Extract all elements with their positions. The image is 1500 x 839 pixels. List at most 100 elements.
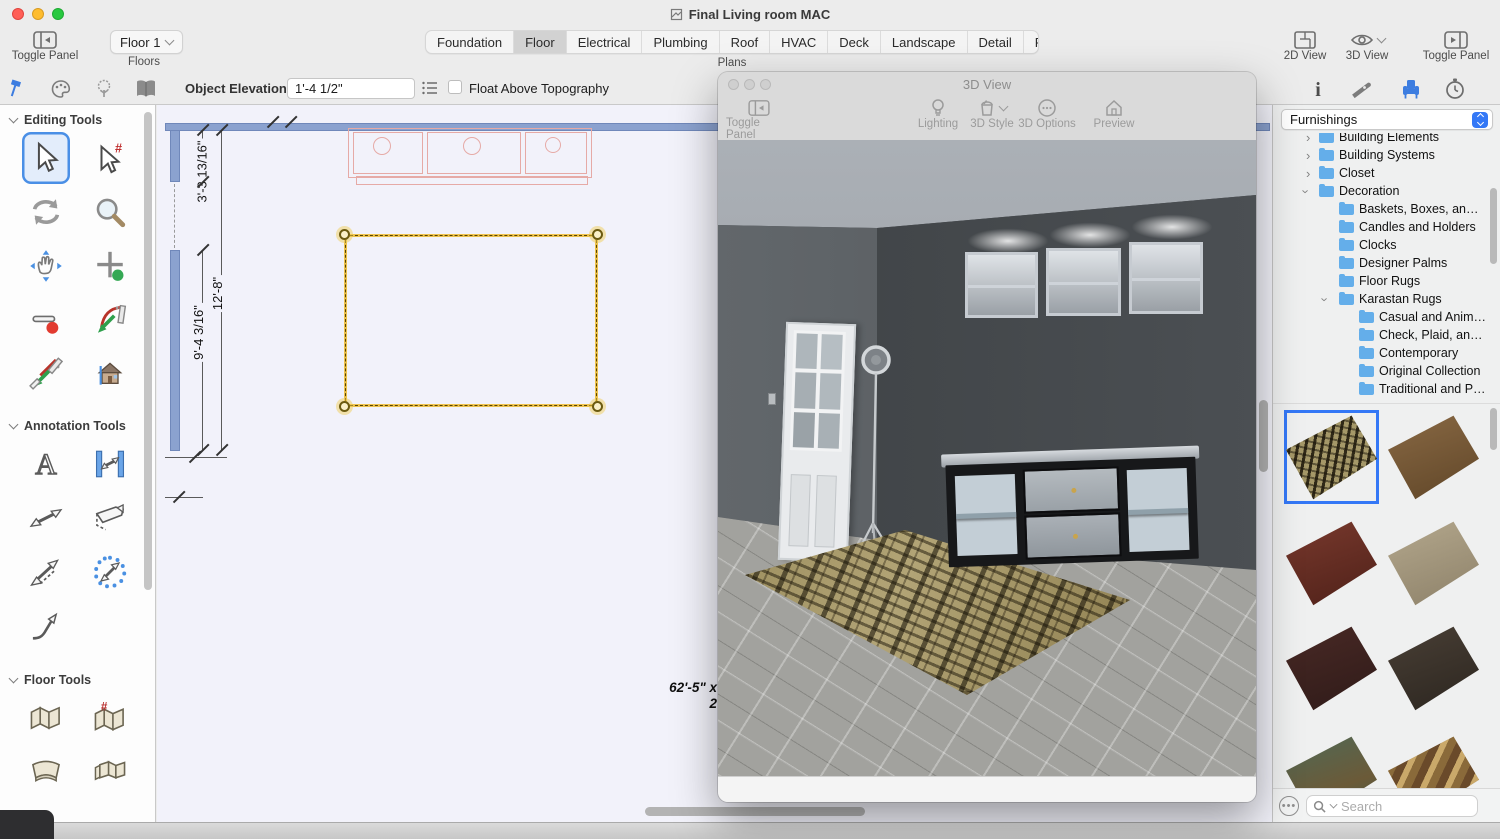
tool-floor-material-region[interactable]: [22, 692, 70, 744]
tool-angular-dimension[interactable]: [86, 492, 134, 544]
minimize-window-button[interactable]: [744, 79, 755, 90]
3d-scene-viewport[interactable]: [718, 140, 1256, 776]
search-field-wrap[interactable]: [1306, 795, 1478, 817]
tool-zoom[interactable]: [86, 186, 134, 238]
search-input[interactable]: [1341, 799, 1451, 814]
plan-wall-left-lower[interactable]: [170, 250, 180, 451]
tree-item-building-elements[interactable]: ›Building Elements: [1273, 133, 1500, 146]
tab-electrical[interactable]: Electrical: [566, 31, 642, 53]
toggle-right-panel-button[interactable]: Toggle Panel: [1420, 30, 1492, 62]
info-icon[interactable]: i: [1311, 78, 1325, 100]
plant-icon[interactable]: [93, 78, 115, 100]
tool-place-point[interactable]: [86, 240, 134, 292]
tab-framing[interactable]: Framing: [1023, 31, 1039, 53]
selection-handle-nw[interactable]: [339, 229, 350, 240]
plan-wall-left-upper[interactable]: [170, 130, 180, 182]
selection-handle-se[interactable]: [592, 401, 603, 412]
tree-item-building-systems[interactable]: ›Building Systems: [1273, 146, 1500, 164]
tool-floor-material-region-numbered[interactable]: #: [86, 692, 134, 744]
stopwatch-icon[interactable]: [1444, 77, 1466, 101]
tool-delete-line[interactable]: [22, 294, 70, 346]
3d-toggle-panel-button[interactable]: Toggle Panel: [726, 99, 792, 141]
tree-item-decoration[interactable]: ›Decoration: [1273, 182, 1500, 200]
rug-thumbnail-7[interactable]: [1284, 731, 1379, 788]
tool-curved-floor-region[interactable]: [22, 746, 70, 798]
selected-rug-object[interactable]: [344, 234, 598, 407]
3d-view-button[interactable]: 3D View: [1340, 30, 1394, 62]
tool-select-similar[interactable]: #: [86, 132, 134, 184]
tool-text[interactable]: A: [22, 438, 70, 490]
more-options-button[interactable]: •••: [1279, 796, 1299, 816]
editing-tools-header[interactable]: Editing Tools: [0, 105, 155, 131]
tree-item-closet[interactable]: ›Closet: [1273, 164, 1500, 182]
rug-thumbnail-2[interactable]: [1386, 410, 1481, 504]
tool-end-to-end-dimension[interactable]: [22, 492, 70, 544]
rug-thumbnail-8[interactable]: [1386, 731, 1481, 788]
canvas-horizontal-scrollbar[interactable]: [645, 807, 865, 816]
tool-rotate[interactable]: [22, 186, 70, 238]
tool-select-objects[interactable]: [22, 132, 70, 184]
tool-panel-scrollbar[interactable]: [144, 112, 152, 590]
toggle-left-panel-button[interactable]: Toggle Panel: [10, 30, 80, 62]
rug-thumbnail-contemporary-1[interactable]: [1284, 410, 1379, 504]
tool-fillet[interactable]: [86, 294, 134, 346]
rug-thumbnail-4[interactable]: [1386, 516, 1481, 610]
tree-item-contemporary[interactable]: Contemporary: [1273, 344, 1500, 362]
tab-foundation[interactable]: Foundation: [426, 31, 513, 53]
tab-plumbing[interactable]: Plumbing: [641, 31, 718, 53]
float-above-topography-checkbox[interactable]: [448, 80, 462, 94]
selection-handle-ne[interactable]: [592, 229, 603, 240]
tree-item-clocks[interactable]: Clocks: [1273, 236, 1500, 254]
lighting-button[interactable]: Lighting: [910, 98, 966, 130]
tree-item-floor-rugs[interactable]: Floor Rugs: [1273, 272, 1500, 290]
tab-detail[interactable]: Detail: [967, 31, 1023, 53]
2d-view-button[interactable]: 2D View: [1278, 30, 1332, 62]
tab-roof[interactable]: Roof: [719, 31, 769, 53]
3d-options-button[interactable]: 3D Options: [1011, 98, 1083, 130]
list-menu-icon[interactable]: [421, 80, 439, 96]
tab-deck[interactable]: Deck: [827, 31, 880, 53]
floor-selector-button[interactable]: Floor 1: [110, 30, 183, 54]
build-tools-icon[interactable]: [6, 78, 28, 100]
tool-pan[interactable]: [22, 240, 70, 292]
preview-button[interactable]: Preview: [1086, 98, 1142, 130]
tree-scrollbar[interactable]: [1490, 188, 1497, 264]
tab-landscape[interactable]: Landscape: [880, 31, 967, 53]
tree-item-traditional[interactable]: Traditional and P…: [1273, 380, 1500, 398]
tree-item-candles-holders[interactable]: Candles and Holders: [1273, 218, 1500, 236]
tree-item-check-plaid[interactable]: Check, Plaid, an…: [1273, 326, 1500, 344]
rug-thumbnail-5[interactable]: [1284, 621, 1379, 715]
canvas-vertical-scrollbar[interactable]: [1259, 400, 1268, 472]
dimension-label-overall[interactable]: 12'-8": [209, 275, 226, 312]
dimension-label-top[interactable]: 3'-3 13/16": [194, 138, 211, 204]
floor-tools-header[interactable]: Floor Tools: [0, 665, 155, 691]
tool-house[interactable]: [86, 348, 134, 400]
palette-icon[interactable]: [50, 78, 72, 100]
library-category-select[interactable]: Furnishings: [1281, 109, 1493, 130]
plan-door-opening[interactable]: [174, 184, 175, 248]
tool-chamfer[interactable]: [22, 348, 70, 400]
furnishings-chair-icon[interactable]: [1399, 77, 1423, 101]
tool-leader-arrow[interactable]: [22, 600, 70, 652]
3d-view-window[interactable]: 3D View Toggle Panel Lighting 3D Style 3…: [718, 72, 1256, 802]
library-book-icon[interactable]: [134, 78, 158, 100]
tree-item-designer-palms[interactable]: Designer Palms: [1273, 254, 1500, 272]
tool-floor-region-stack[interactable]: [86, 746, 134, 798]
close-window-button[interactable]: [728, 79, 739, 90]
rug-thumbnail-6[interactable]: [1386, 621, 1481, 715]
tree-item-baskets-boxes[interactable]: Baskets, Boxes, an…: [1273, 200, 1500, 218]
annotation-tools-header[interactable]: Annotation Tools: [0, 411, 155, 437]
dimension-label-bottom[interactable]: 9'-4 3/16": [190, 303, 207, 362]
object-elevation-input[interactable]: 1'-4 1/2": [287, 78, 415, 99]
tree-item-casual-animal[interactable]: Casual and Anim…: [1273, 308, 1500, 326]
thumbnails-scrollbar[interactable]: [1490, 408, 1497, 450]
tree-item-original-collection[interactable]: Original Collection: [1273, 362, 1500, 380]
tool-point-dimension[interactable]: [22, 546, 70, 598]
3d-window-titlebar[interactable]: 3D View: [718, 72, 1256, 96]
tool-interior-dimension[interactable]: [86, 438, 134, 490]
zoom-window-button[interactable]: [760, 79, 771, 90]
tree-item-karastan-rugs[interactable]: ›Karastan Rugs: [1273, 290, 1500, 308]
pen-icon[interactable]: [1350, 79, 1374, 99]
tab-floor[interactable]: Floor: [513, 31, 566, 53]
selection-handle-sw[interactable]: [339, 401, 350, 412]
